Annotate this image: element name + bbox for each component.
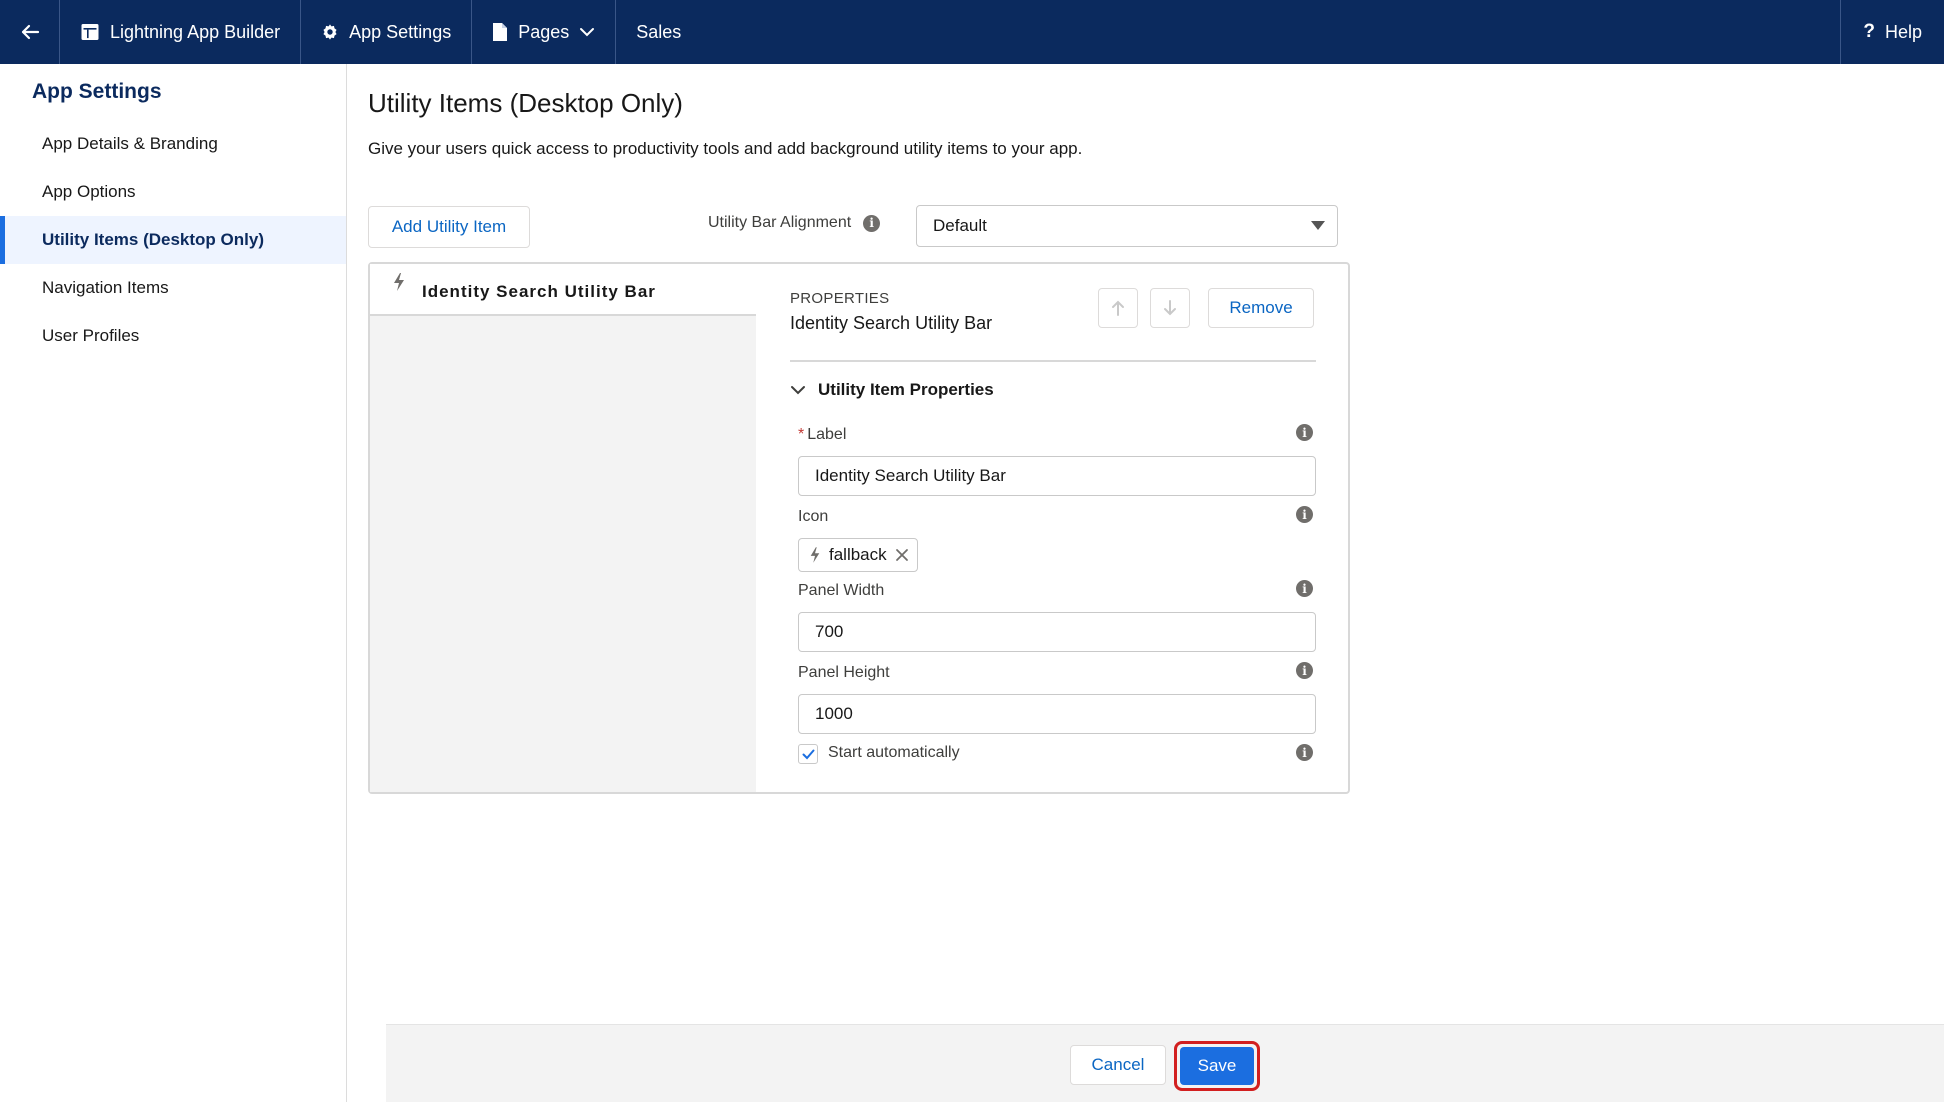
sidebar-item-utility-items[interactable]: Utility Items (Desktop Only) (0, 216, 346, 264)
arrow-left-icon (21, 24, 39, 40)
sidebar-item-app-options[interactable]: App Options (0, 168, 346, 216)
start-automatically-checkbox[interactable] (798, 744, 818, 764)
cancel-button[interactable]: Cancel (1070, 1045, 1166, 1085)
utility-bar-alignment-label: Utility Bar Alignment i (708, 214, 881, 232)
sidebar-item-user-profiles[interactable]: User Profiles (0, 312, 346, 360)
utility-list-item[interactable]: Identity Search Utility Bar (370, 264, 756, 316)
top-navigation-bar: Lightning App Builder App Settings Pages… (0, 0, 1944, 64)
panel-height-input[interactable]: 1000 (798, 694, 1316, 734)
sidebar-title: App Settings (32, 80, 162, 103)
settings-label: App Settings (349, 21, 452, 42)
help-label: Help (1884, 21, 1922, 42)
lightning-app-builder-link[interactable]: Lightning App Builder (60, 0, 302, 64)
utility-list-item-name: Identity Search Utility Bar (422, 282, 656, 301)
back-button[interactable] (0, 0, 60, 64)
app-name: Sales (616, 0, 701, 64)
icon-field-label: Icon (798, 508, 829, 525)
panel-width-input[interactable]: 700 (798, 612, 1316, 652)
panel-height-label: Panel Height (798, 664, 890, 681)
question-icon: ? (1863, 21, 1875, 42)
move-up-button[interactable] (1098, 288, 1138, 328)
save-button[interactable]: Save (1180, 1047, 1254, 1085)
properties-divider (790, 360, 1316, 362)
sidebar-item-navigation-items[interactable]: Navigation Items (0, 264, 346, 312)
panel-width-label: Panel Width (798, 582, 885, 599)
alignment-selected-value: Default (933, 216, 987, 235)
utility-items-panel: Identity Search Utility Bar PROPERTIES I… (368, 262, 1350, 794)
move-down-button[interactable] (1150, 288, 1190, 328)
alignment-label-text: Utility Bar Alignment (708, 214, 852, 231)
info-icon[interactable]: i (1296, 662, 1313, 679)
properties-caption: PROPERTIES (790, 290, 890, 307)
help-link[interactable]: ? Help (1840, 0, 1944, 64)
info-icon[interactable]: i (1296, 424, 1313, 441)
utility-bar-alignment-select[interactable]: Default (916, 205, 1338, 247)
save-button-highlight: Save (1174, 1041, 1260, 1091)
builder-label: Lightning App Builder (110, 21, 281, 42)
main-content: Utility Items (Desktop Only) Give your u… (348, 64, 1944, 1024)
pages-menu[interactable]: Pages (472, 0, 617, 64)
arrow-down-icon (1164, 300, 1176, 316)
utility-item-properties-section[interactable]: Utility Item Properties (790, 380, 994, 400)
utility-item-list: Identity Search Utility Bar (370, 264, 756, 792)
chevron-down-icon (580, 28, 595, 37)
info-icon[interactable]: i (1296, 744, 1313, 761)
caret-down-icon (1311, 221, 1325, 230)
layout-icon (81, 24, 99, 40)
app-name-label: Sales (636, 21, 682, 42)
start-automatically-label: Start automatically (828, 744, 960, 761)
icon-pill-label: fallback (829, 545, 887, 564)
info-icon[interactable]: i (863, 214, 881, 232)
section-title: Utility Item Properties (818, 380, 994, 399)
page-description: Give your users quick access to producti… (368, 139, 1083, 158)
bolt-icon (394, 273, 404, 291)
gear-icon (323, 24, 337, 40)
bolt-icon (810, 547, 820, 563)
properties-item-name: Identity Search Utility Bar (790, 313, 993, 333)
add-utility-item-button[interactable]: Add Utility Item (368, 206, 530, 248)
remove-button[interactable]: Remove (1208, 288, 1314, 328)
label-field-label: * Label (798, 426, 846, 444)
page-icon (493, 23, 508, 41)
info-icon[interactable]: i (1296, 580, 1313, 597)
icon-pill[interactable]: fallback (798, 538, 918, 572)
checkmark-icon (802, 749, 814, 759)
chevron-down-icon (791, 386, 805, 395)
app-settings-tab[interactable]: App Settings (301, 0, 473, 64)
label-field-label-text: Label (807, 426, 847, 443)
page-title: Utility Items (Desktop Only) (368, 88, 683, 118)
arrow-up-icon (1112, 300, 1124, 316)
sidebar-item-app-details[interactable]: App Details & Branding (0, 120, 346, 168)
settings-sidebar: App Settings App Details & Branding App … (0, 64, 347, 1102)
pages-label: Pages (518, 21, 570, 42)
close-icon[interactable] (895, 548, 909, 562)
required-marker: * (798, 426, 805, 443)
label-input[interactable]: Identity Search Utility Bar (798, 456, 1316, 496)
footer-bar: Cancel Save (386, 1024, 1944, 1102)
info-icon[interactable]: i (1296, 506, 1313, 523)
